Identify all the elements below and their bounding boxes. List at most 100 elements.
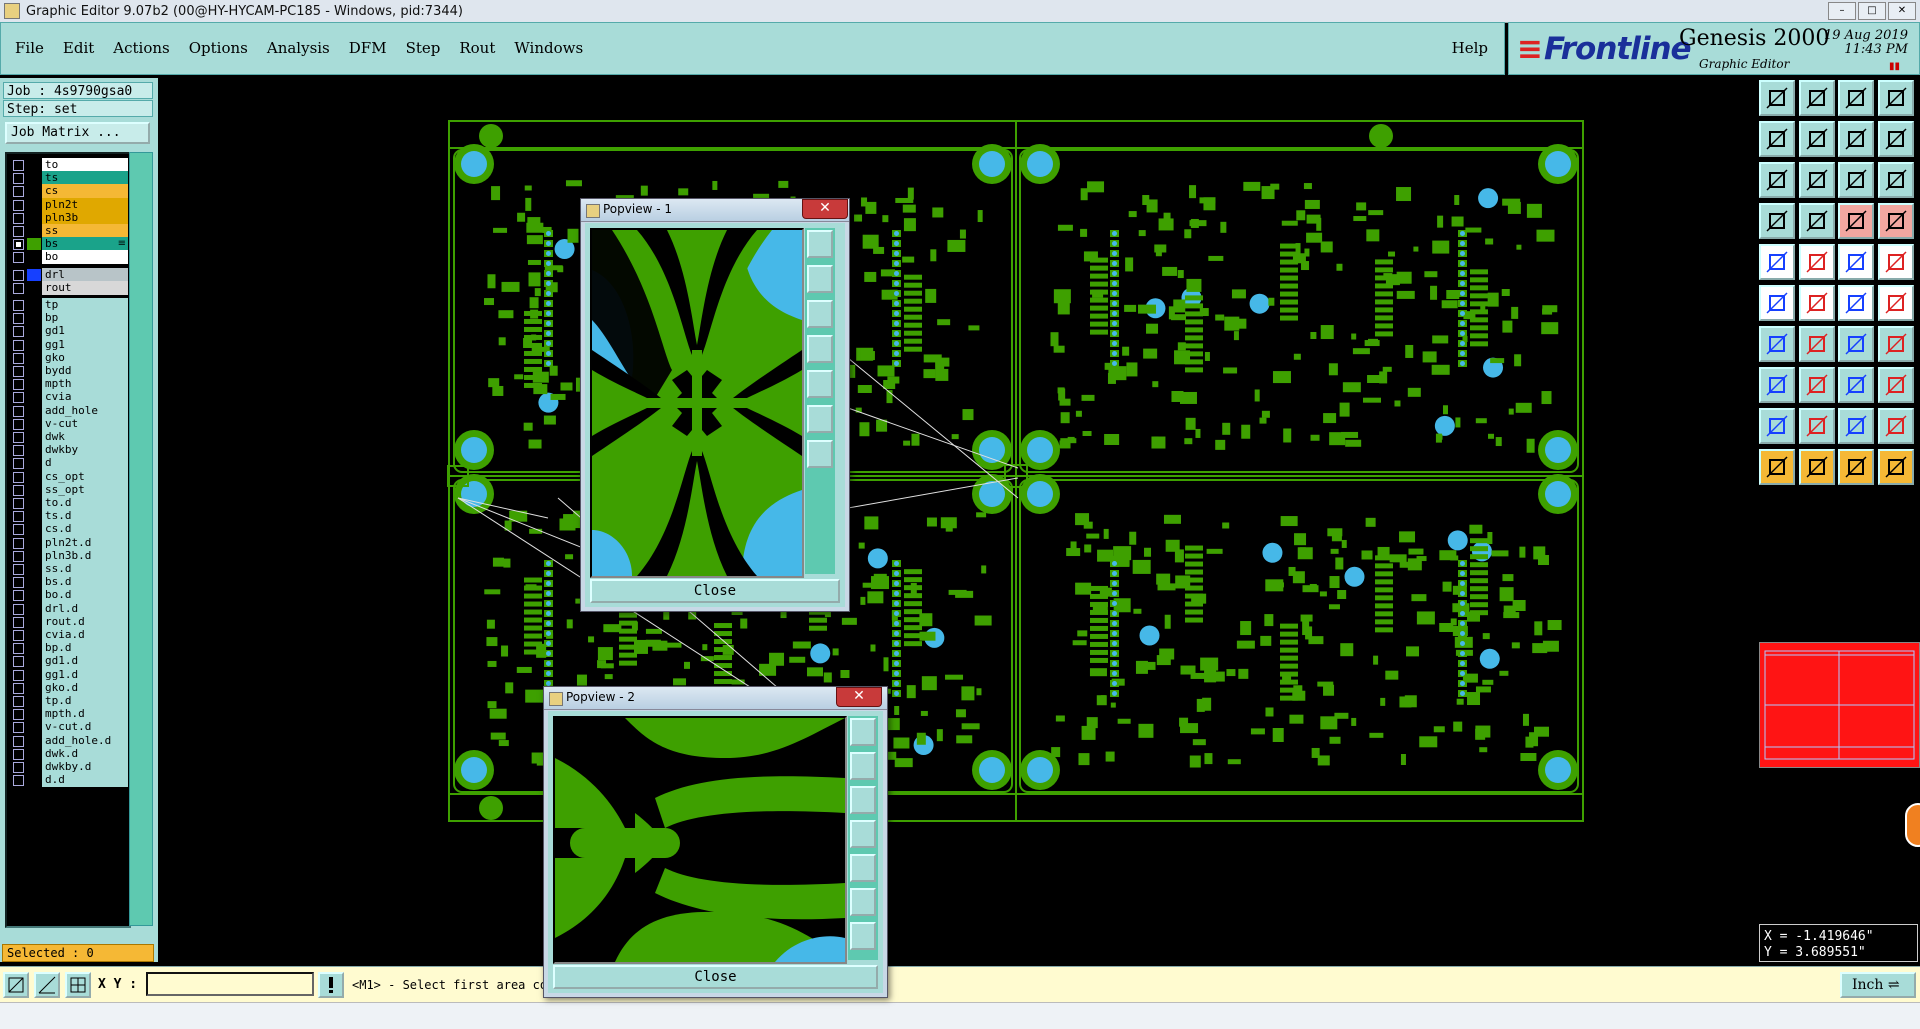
menu-windows[interactable]: Windows	[514, 39, 583, 57]
grid-mode-button[interactable]	[65, 972, 91, 998]
menu-rout[interactable]: Rout	[459, 39, 495, 57]
menu-dfm[interactable]: DFM	[349, 39, 387, 57]
select-add-icon[interactable]	[1838, 449, 1874, 485]
layer-row[interactable]: cvia.d	[7, 628, 129, 642]
horizontal-line-icon[interactable]	[1798, 367, 1835, 403]
layer-row[interactable]: gko	[7, 350, 129, 365]
xy-input[interactable]	[146, 972, 314, 996]
layer-row[interactable]: pln2t.d	[7, 535, 129, 550]
layer-checkbox[interactable]	[13, 300, 24, 311]
popview-1-window[interactable]: Popview - 1 ✕ Close	[580, 198, 850, 612]
layers-toggle-icon[interactable]	[1838, 203, 1874, 239]
layer-row[interactable]: gko.d	[7, 680, 129, 695]
layer-color-swatch[interactable]	[27, 365, 41, 377]
popview-1-pan-up-icon[interactable]	[807, 265, 833, 293]
layer-row[interactable]: dwk.d	[7, 746, 129, 761]
layer-row[interactable]: bo.d	[7, 588, 129, 603]
layer-row[interactable]: cvia	[7, 390, 129, 405]
layer-checkbox[interactable]	[13, 709, 24, 721]
layer-row[interactable]: mpth	[7, 377, 129, 392]
layer-color-swatch[interactable]	[27, 299, 41, 311]
layer-row[interactable]: ts.d	[7, 509, 129, 524]
popview-1-pan-right-icon[interactable]	[807, 370, 833, 398]
bridge-icon[interactable]	[1838, 408, 1874, 444]
layer-color-swatch[interactable]	[27, 281, 41, 294]
layer-checkbox[interactable]	[13, 160, 24, 171]
snap-mode-button[interactable]	[3, 972, 29, 998]
layer-color-swatch[interactable]	[27, 457, 41, 470]
layer-color-swatch[interactable]	[27, 470, 41, 483]
popview-2-view[interactable]	[553, 716, 847, 964]
polyline-icon[interactable]	[1877, 326, 1914, 362]
popview-1-view[interactable]	[590, 228, 804, 578]
layer-checkbox[interactable]	[13, 186, 24, 198]
maximize-button[interactable]: □	[1858, 2, 1886, 20]
layer-checkbox[interactable]	[13, 577, 24, 589]
layer-checkbox[interactable]	[13, 471, 24, 483]
layers-split-icon[interactable]	[1877, 203, 1914, 239]
layer-color-swatch[interactable]	[27, 431, 41, 443]
layer-checkbox[interactable]	[13, 326, 24, 338]
layer-color-swatch[interactable]	[27, 378, 41, 391]
layer-checkbox[interactable]	[13, 590, 24, 602]
menu-edit[interactable]: Edit	[63, 39, 94, 57]
layer-row[interactable]: pln3b	[7, 210, 129, 225]
layer-checkbox[interactable]	[13, 212, 24, 224]
menu-help[interactable]: Help	[1452, 39, 1488, 57]
close-window-button[interactable]: ✕	[1888, 2, 1916, 20]
query-icon[interactable]	[1877, 162, 1914, 198]
layer-row[interactable]: bp.d	[7, 641, 129, 656]
layer-row[interactable]: ss.d	[7, 562, 129, 576]
dot-icon[interactable]	[1877, 244, 1914, 280]
layer-row[interactable]: v-cut.d	[7, 720, 129, 735]
layer-checkbox[interactable]	[13, 405, 24, 417]
layer-row[interactable]: d	[7, 456, 129, 471]
layer-checkbox[interactable]	[13, 282, 24, 294]
layer-row[interactable]: drl	[7, 267, 129, 282]
layer-list-scrollbar[interactable]	[129, 152, 153, 926]
layer-color-swatch[interactable]	[27, 563, 41, 575]
popview-2-close-button[interactable]: Close	[553, 965, 878, 989]
undo-icon[interactable]	[1759, 121, 1795, 157]
center-icon[interactable]	[1798, 162, 1835, 198]
home-icon[interactable]	[1838, 80, 1874, 116]
layer-row[interactable]: tp	[7, 298, 129, 312]
layer-checkbox[interactable]	[13, 603, 24, 615]
cutout-icon[interactable]	[1798, 244, 1835, 280]
info-button[interactable]	[318, 972, 344, 998]
layer-checkbox[interactable]	[13, 484, 24, 496]
layer-checkbox[interactable]	[13, 226, 24, 237]
layer-checkbox[interactable]	[13, 762, 24, 773]
measure-icon[interactable]	[1838, 244, 1874, 280]
add-node-icon[interactable]	[1838, 285, 1874, 321]
layer-row[interactable]: add_hole	[7, 403, 129, 418]
popview-1-close-icon[interactable]: ✕	[802, 199, 848, 219]
popview-2-zoom-in-icon[interactable]	[850, 888, 876, 916]
layer-checkbox[interactable]	[13, 199, 24, 211]
layer-row[interactable]: ss	[7, 224, 129, 238]
open-icon[interactable]	[1759, 80, 1795, 116]
popview-2-pan-right-icon[interactable]	[850, 854, 876, 882]
layer-row[interactable]: bydd	[7, 364, 129, 378]
popview-2-pan-left-icon[interactable]	[850, 820, 876, 848]
mirror-icon[interactable]	[1838, 121, 1874, 157]
menu-analysis[interactable]: Analysis	[267, 39, 330, 57]
popview-1-pan-down-icon[interactable]	[807, 300, 833, 328]
units-selector[interactable]: Inch ⇌	[1840, 972, 1916, 998]
layer-row[interactable]: to	[7, 158, 129, 172]
layer-color-swatch[interactable]	[27, 483, 41, 496]
layer-color-swatch[interactable]	[27, 642, 41, 655]
layer-color-swatch[interactable]	[27, 225, 41, 237]
layer-color-swatch[interactable]	[27, 668, 41, 681]
layer-row[interactable]: bs.d	[7, 575, 129, 590]
layer-row[interactable]: pln2t	[7, 197, 129, 212]
node-edit-icon[interactable]	[1759, 285, 1795, 321]
layer-checkbox[interactable]	[13, 748, 24, 760]
text-icon[interactable]	[1798, 408, 1835, 444]
layer-color-swatch[interactable]	[27, 444, 41, 457]
popview-1-pan-left-icon[interactable]	[807, 335, 833, 363]
layer-row[interactable]: mpth.d	[7, 707, 129, 722]
layer-color-swatch[interactable]	[27, 238, 41, 251]
layer-color-swatch[interactable]	[27, 615, 41, 628]
layer-color-swatch[interactable]	[27, 536, 41, 549]
